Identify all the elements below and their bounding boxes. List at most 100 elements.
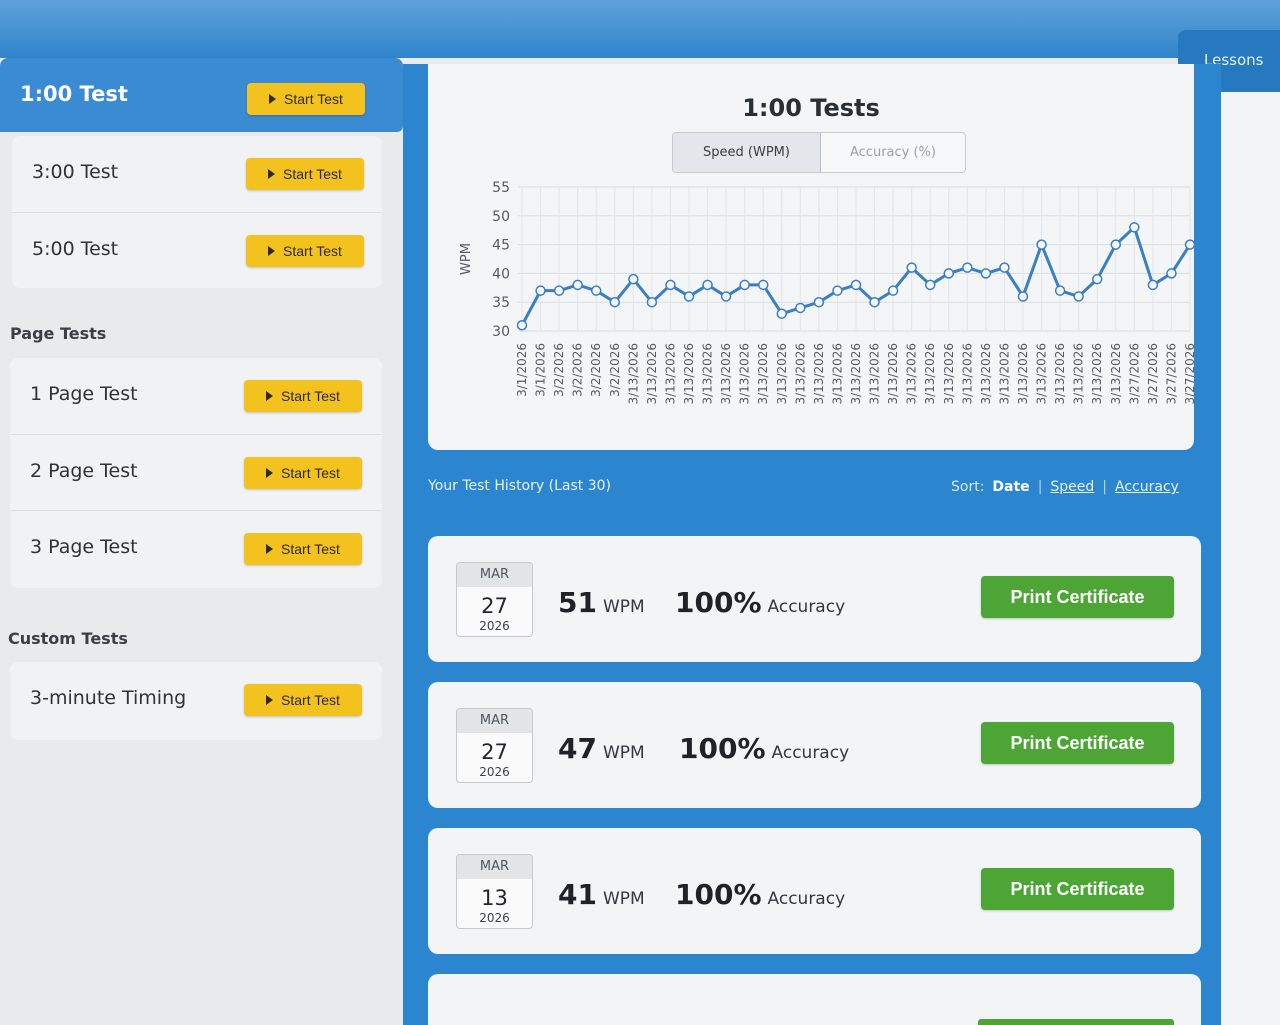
data-point bbox=[924, 279, 936, 291]
accuracy-stat: 100% Accuracy bbox=[675, 878, 845, 911]
start-test-button[interactable]: Start Test bbox=[246, 235, 364, 267]
sidebar-item-3-page-test[interactable]: 3 Page Test Start Test bbox=[10, 510, 382, 586]
date-year: 2026 bbox=[479, 765, 510, 779]
wpm-value: 41 bbox=[558, 878, 597, 911]
x-tick-label: 3/13/2026 bbox=[979, 343, 993, 405]
data-point bbox=[1073, 291, 1084, 302]
x-tick-label: 3/2/2026 bbox=[552, 343, 566, 397]
play-icon bbox=[266, 544, 274, 554]
data-point bbox=[572, 279, 583, 291]
data-point bbox=[757, 279, 769, 291]
data-point bbox=[739, 279, 750, 291]
sidebar: 1:00 Test Start Test 3:00 Test Start Tes… bbox=[0, 58, 403, 1025]
data-point bbox=[999, 262, 1010, 273]
x-tick-label: 3/13/2026 bbox=[923, 343, 937, 405]
data-point bbox=[1147, 279, 1159, 291]
data-point bbox=[1166, 268, 1177, 279]
sidebar-item-1-00-test[interactable]: 1:00 Test Start Test bbox=[0, 58, 403, 132]
x-tick-label: 3/27/2026 bbox=[1127, 343, 1141, 405]
start-test-button[interactable]: Start Test bbox=[244, 380, 362, 412]
data-point bbox=[702, 279, 713, 291]
sidebar-item-label: 5:00 Test bbox=[32, 238, 119, 260]
x-tick-label: 3/13/2026 bbox=[663, 343, 677, 405]
play-icon bbox=[268, 246, 276, 256]
sort-separator: | bbox=[1037, 479, 1043, 495]
play-icon bbox=[268, 169, 276, 179]
x-tick-label: 3/13/2026 bbox=[701, 343, 715, 405]
start-test-label: Start Test bbox=[281, 465, 340, 481]
x-tick-label: 3/27/2026 bbox=[1183, 343, 1194, 405]
start-test-button[interactable]: Start Test bbox=[246, 158, 364, 190]
wpm-unit: WPM bbox=[602, 597, 645, 617]
date-day: 13 bbox=[481, 886, 508, 910]
start-test-button[interactable]: Start Test bbox=[244, 533, 362, 565]
data-point bbox=[553, 285, 565, 296]
history-item: MAR 27 2026 51 WPM 100% Accuracy Print C… bbox=[428, 536, 1201, 662]
date-day: 27 bbox=[481, 594, 508, 618]
accuracy-value: 100% bbox=[675, 586, 762, 619]
data-point bbox=[628, 273, 639, 285]
print-certificate-button[interactable]: Print Certificate bbox=[981, 722, 1174, 764]
data-point bbox=[516, 319, 528, 331]
data-point bbox=[980, 268, 992, 279]
sidebar-item-3-minute-timing[interactable]: 3-minute Timing Start Test bbox=[10, 662, 382, 738]
start-test-label: Start Test bbox=[283, 166, 342, 182]
data-point bbox=[720, 291, 732, 302]
accuracy-value: 100% bbox=[679, 732, 766, 765]
sort-label: Sort: bbox=[951, 479, 985, 495]
x-tick-label: 3/13/2026 bbox=[682, 343, 696, 405]
start-test-button[interactable]: Start Test bbox=[247, 83, 365, 115]
x-tick-label: 3/13/2026 bbox=[942, 343, 956, 405]
history-title: Your Test History (Last 30) bbox=[428, 478, 611, 494]
data-point bbox=[646, 296, 658, 308]
x-tick-label: 3/13/2026 bbox=[849, 343, 863, 405]
print-certificate-button[interactable] bbox=[978, 1019, 1174, 1025]
custom-tests-card: 3-minute Timing Start Test bbox=[10, 662, 382, 740]
x-tick-label: 3/13/2026 bbox=[905, 343, 919, 405]
data-point bbox=[832, 285, 843, 296]
data-point bbox=[776, 308, 788, 319]
y-axis-label: WPM bbox=[459, 243, 474, 275]
accuracy-label: Accuracy bbox=[767, 597, 846, 617]
sort-speed[interactable]: Speed bbox=[1050, 479, 1094, 495]
page-tests-card: 1 Page Test Start Test 2 Page Test Start… bbox=[10, 358, 382, 588]
timed-tests-card: 3:00 Test Start Test 5:00 Test Start Tes… bbox=[12, 136, 382, 288]
sidebar-item-3-00-test[interactable]: 3:00 Test Start Test bbox=[12, 136, 382, 212]
wpm-unit: WPM bbox=[602, 743, 645, 763]
y-tick-label: 45 bbox=[492, 238, 510, 254]
history-item: MAR 13 2026 41 WPM 100% Accuracy Print C… bbox=[428, 828, 1201, 954]
date-year: 2026 bbox=[479, 619, 510, 633]
y-tick-label: 55 bbox=[492, 180, 510, 196]
x-tick-label: 3/13/2026 bbox=[1053, 343, 1067, 405]
x-tick-label: 3/13/2026 bbox=[719, 343, 733, 405]
sidebar-item-label: 3:00 Test bbox=[32, 161, 119, 183]
wpm-unit: WPM bbox=[602, 889, 645, 909]
page-tests-heading: Page Tests bbox=[10, 324, 107, 343]
x-tick-label: 3/13/2026 bbox=[793, 343, 807, 405]
wpm-stat: 47 WPM bbox=[558, 732, 645, 765]
x-tick-label: 3/13/2026 bbox=[997, 343, 1011, 405]
sidebar-item-5-00-test[interactable]: 5:00 Test Start Test bbox=[12, 212, 382, 288]
start-test-label: Start Test bbox=[281, 541, 340, 557]
sidebar-item-1-page-test[interactable]: 1 Page Test Start Test bbox=[10, 358, 382, 434]
wpm-stat: 51 WPM bbox=[558, 586, 645, 619]
play-icon bbox=[266, 695, 274, 705]
data-point bbox=[813, 296, 825, 308]
print-certificate-button[interactable]: Print Certificate bbox=[981, 576, 1174, 618]
start-test-button[interactable]: Start Test bbox=[244, 684, 362, 716]
sort-date[interactable]: Date bbox=[992, 479, 1029, 495]
x-tick-label: 3/13/2026 bbox=[1016, 343, 1030, 405]
x-tick-label: 3/13/2026 bbox=[812, 343, 826, 405]
sidebar-item-2-page-test[interactable]: 2 Page Test Start Test bbox=[10, 434, 382, 510]
data-point bbox=[850, 279, 862, 291]
data-point bbox=[683, 291, 695, 302]
data-point bbox=[962, 262, 973, 273]
x-tick-label: 3/13/2026 bbox=[960, 343, 974, 405]
data-point bbox=[1054, 285, 1066, 296]
y-tick-label: 35 bbox=[492, 295, 510, 311]
data-point bbox=[1017, 291, 1029, 302]
sort-accuracy[interactable]: Accuracy bbox=[1115, 479, 1179, 495]
date-badge: MAR 27 2026 bbox=[456, 562, 533, 637]
start-test-button[interactable]: Start Test bbox=[244, 457, 362, 489]
print-certificate-button[interactable]: Print Certificate bbox=[981, 868, 1174, 910]
